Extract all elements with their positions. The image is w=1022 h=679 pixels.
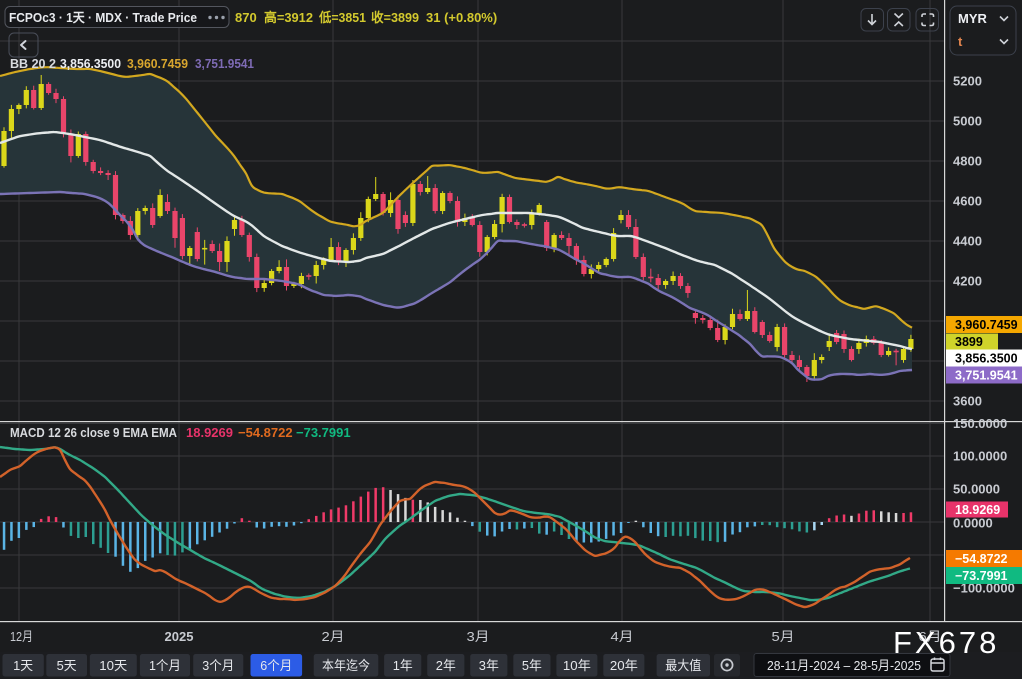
svg-text:2月: 2月 (322, 629, 345, 644)
svg-text:MACD 12 26 close 9 EMA EMA: MACD 12 26 close 9 EMA EMA (10, 425, 178, 440)
svg-text:100.0000: 100.0000 (953, 449, 1007, 464)
svg-text:870: 870 (235, 10, 257, 25)
svg-text:FCPOc3 · 1天 · MDX · Trade Pric: FCPOc3 · 1天 · MDX · Trade Price (9, 10, 197, 25)
svg-text:18.9269: 18.9269 (955, 503, 1000, 517)
svg-text:高=3912: 高=3912 (264, 10, 313, 25)
svg-text:FX678: FX678 (893, 625, 999, 660)
svg-text:3,751.9541: 3,751.9541 (195, 56, 254, 71)
svg-text:20年: 20年 (610, 658, 638, 673)
svg-text:最大值: 最大值 (665, 658, 701, 673)
svg-text:5200: 5200 (953, 74, 982, 89)
svg-text:收=3899: 收=3899 (371, 10, 419, 25)
svg-text:−73.7991: −73.7991 (955, 569, 1008, 583)
svg-text:31 (+0.80%): 31 (+0.80%) (426, 10, 497, 25)
svg-text:3个月: 3个月 (202, 658, 234, 673)
svg-text:5000: 5000 (953, 114, 982, 129)
svg-text:10年: 10年 (563, 658, 591, 673)
svg-text:3月: 3月 (467, 629, 490, 644)
svg-text:4400: 4400 (953, 234, 982, 249)
svg-text:10天: 10天 (99, 658, 127, 673)
svg-text:2年: 2年 (436, 658, 456, 673)
svg-text:3600: 3600 (953, 394, 982, 409)
svg-text:MYR: MYR (958, 11, 988, 26)
svg-text:4600: 4600 (953, 194, 982, 209)
svg-text:1年: 1年 (393, 658, 413, 673)
svg-text:−73.7991: −73.7991 (296, 425, 351, 440)
svg-text:150.0000: 150.0000 (953, 416, 1007, 431)
svg-text:6个月: 6个月 (260, 658, 292, 673)
svg-text:4200: 4200 (953, 274, 982, 289)
svg-text:−54.8722: −54.8722 (955, 552, 1008, 566)
svg-text:18.9269: 18.9269 (186, 425, 233, 440)
svg-text:3年: 3年 (479, 658, 499, 673)
svg-text:BB 20 2: BB 20 2 (10, 56, 56, 71)
svg-text:3,960.7459: 3,960.7459 (127, 56, 188, 71)
svg-text:4800: 4800 (953, 154, 982, 169)
svg-text:3,856.3500: 3,856.3500 (955, 352, 1018, 366)
svg-text:3,856.3500: 3,856.3500 (60, 56, 121, 71)
svg-text:28-11月-2024 – 28-5月-2025: 28-11月-2024 – 28-5月-2025 (767, 658, 921, 673)
svg-text:−54.8722: −54.8722 (238, 425, 293, 440)
svg-text:1个月: 1个月 (149, 658, 181, 673)
svg-text:0.0000: 0.0000 (953, 516, 993, 531)
svg-text:3,751.9541: 3,751.9541 (955, 369, 1018, 383)
svg-text:2025: 2025 (165, 629, 194, 644)
svg-text:3899: 3899 (955, 335, 983, 349)
svg-text:50.0000: 50.0000 (953, 482, 1000, 497)
svg-text:低=3851: 低=3851 (318, 10, 366, 25)
svg-text:1天: 1天 (13, 658, 33, 673)
svg-text:本年迄今: 本年迄今 (322, 658, 370, 673)
svg-text:12月: 12月 (10, 629, 33, 644)
svg-text:t: t (958, 34, 963, 49)
svg-text:5月: 5月 (772, 629, 795, 644)
svg-text:3,960.7459: 3,960.7459 (955, 318, 1018, 332)
svg-text:5年: 5年 (522, 658, 542, 673)
svg-text:4月: 4月 (611, 629, 634, 644)
svg-text:5天: 5天 (57, 658, 77, 673)
